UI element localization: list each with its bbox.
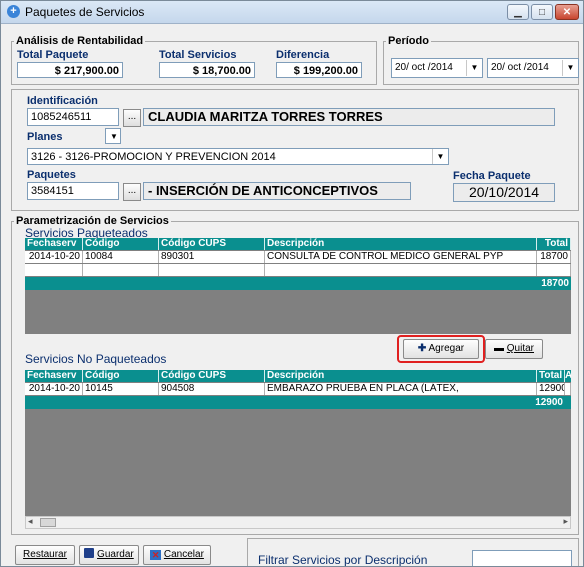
title-bar[interactable]: + Paquetes de Servicios ▁ □ ✕ — [1, 1, 583, 24]
maximize-button[interactable]: □ — [531, 4, 553, 20]
chevron-down-icon[interactable]: ▼ — [106, 129, 120, 143]
col-fechaserv[interactable]: Fechaserv — [25, 238, 83, 250]
periodo-hasta-picker[interactable]: 20/ oct /2014 ▼ — [487, 58, 579, 78]
col-descripcion[interactable]: Descripción — [265, 370, 537, 382]
filtrar-label: Filtrar Servicios por Descripción — [258, 553, 428, 567]
scroll-right-icon[interactable]: ▸ — [563, 516, 568, 527]
col-codigo[interactable]: Código — [83, 370, 159, 382]
chevron-down-icon[interactable]: ▼ — [466, 60, 482, 76]
paqueteados-total-row: 18700 — [25, 277, 571, 290]
cell-codigo-cups: 890301 — [159, 251, 265, 263]
periodo-legend: Período — [388, 35, 429, 47]
chevron-down-icon[interactable]: ▼ — [562, 60, 578, 76]
diferencia-label: Diferencia — [276, 49, 330, 61]
paqueteados-grid[interactable]: Fechaserv Código Código CUPS Descripción… — [25, 238, 571, 334]
cell-codigo: 10145 — [83, 383, 159, 395]
col-descripcion[interactable]: Descripción — [265, 238, 537, 250]
scroll-left-icon[interactable]: ◂ — [28, 516, 33, 527]
table-row[interactable]: 2014-10-20 10145 904508 EMBARAZO PRUEBA … — [25, 383, 571, 395]
filtrar-panel: Filtrar Servicios por Descripción — [247, 538, 579, 567]
total-servicios-label: Total Servicios — [159, 49, 237, 61]
cell-empty — [265, 264, 537, 276]
col-codigo[interactable]: Código — [83, 238, 159, 250]
cell-total: 18700 — [537, 251, 571, 263]
cell-fechaserv: 2014-10-20 — [25, 383, 83, 395]
cell-empty — [25, 264, 83, 276]
app-plus-icon: + — [7, 5, 20, 18]
planes-label: Planes — [27, 131, 63, 143]
total-paquete-field: $ 217,900.00 — [17, 62, 123, 78]
cell-descripcion: EMBARAZO PRUEBA EN PLACA (LÁTEX, — [265, 383, 537, 395]
paqueteados-header: Fechaserv Código Código CUPS Descripción… — [25, 238, 571, 250]
cell-codigo-cups: 904508 — [159, 383, 265, 395]
planes-toggle[interactable]: ▼ — [105, 128, 121, 144]
no-paqueteados-title: Servicios No Paqueteados — [25, 352, 167, 366]
paciente-nombre: CLAUDIA MARITZA TORRES TORRES — [143, 108, 555, 126]
col-fechaserv[interactable]: Fechaserv — [25, 370, 83, 382]
periodo-hasta-value: 20/ oct /2014 — [491, 62, 549, 73]
scroll-thumb[interactable] — [40, 518, 56, 527]
horizontal-scrollbar[interactable]: ◂ ▸ — [25, 516, 571, 529]
paquetes-window: + Paquetes de Servicios ▁ □ ✕ Análisis d… — [0, 0, 584, 567]
periodo-desde-value: 20/ oct /2014 — [395, 62, 453, 73]
cell-empty — [159, 264, 265, 276]
cancelar-button[interactable]: ✕ Cancelar — [143, 545, 211, 565]
window-title: Paquetes de Servicios — [25, 5, 145, 19]
minimize-button[interactable]: ▁ — [507, 4, 529, 20]
close-button[interactable]: ✕ — [555, 4, 579, 20]
identificacion-input[interactable]: 1085246511 — [27, 108, 119, 126]
diferencia-field: $ 199,200.00 — [276, 62, 362, 78]
no-paqueteados-header: Fechaserv Código Código CUPS Descripción… — [25, 370, 571, 382]
no-paqueteados-total-row: 12900 — [25, 396, 571, 409]
fecha-paquete-field: 20/10/2014 — [453, 183, 555, 202]
cell-empty — [565, 383, 571, 395]
col-codigo-cups[interactable]: Código CUPS — [159, 370, 265, 382]
cell-empty — [537, 264, 571, 276]
col-a[interactable]: A — [565, 370, 571, 382]
no-paqueteados-total: 12900 — [535, 397, 563, 408]
buscar-identificacion-button[interactable]: ... — [123, 109, 141, 127]
rentabilidad-legend: Análisis de Rentabilidad — [16, 35, 144, 47]
restaurar-label: Restaurar — [23, 549, 67, 560]
quitar-button[interactable]: ▬ Quitar — [485, 339, 543, 359]
identificacion-label: Identificación — [27, 95, 98, 107]
cell-fechaserv: 2014-10-20 — [25, 251, 83, 263]
paquete-input[interactable]: 3584151 — [27, 182, 119, 200]
cell-descripcion: CONSULTA DE CONTROL MEDICO GENERAL PYP — [265, 251, 537, 263]
quitar-label: Quitar — [506, 343, 534, 354]
filtrar-input[interactable] — [472, 550, 572, 566]
chevron-down-icon[interactable]: ▼ — [432, 149, 448, 164]
cell-empty — [83, 264, 159, 276]
restaurar-button[interactable]: Restaurar — [15, 545, 75, 565]
paquetes-label: Paquetes — [27, 169, 76, 181]
save-disk-icon — [84, 548, 95, 558]
guardar-button[interactable]: Guardar — [79, 545, 139, 565]
guardar-label: Guardar — [97, 549, 134, 560]
agregar-highlight — [397, 335, 485, 363]
no-paqueteados-grid[interactable]: Fechaserv Código Código CUPS Descripción… — [25, 370, 571, 516]
col-total[interactable]: Total — [537, 238, 571, 250]
table-row-empty[interactable] — [25, 264, 571, 276]
buscar-paquete-button[interactable]: ... — [123, 183, 141, 201]
planes-select[interactable]: 3126 - 3126-PROMOCION Y PREVENCION 2014 … — [27, 148, 449, 165]
total-paquete-label: Total Paquete — [17, 49, 89, 61]
planes-selected: 3126 - 3126-PROMOCION Y PREVENCION 2014 — [31, 151, 276, 163]
col-total[interactable]: Total — [537, 370, 565, 382]
cancel-icon: ✕ — [150, 550, 162, 560]
fecha-paquete-label: Fecha Paquete — [453, 170, 531, 182]
cell-codigo: 10084 — [83, 251, 159, 263]
col-codigo-cups[interactable]: Código CUPS — [159, 238, 265, 250]
cell-total: 12900 — [539, 383, 565, 395]
cancelar-label: Cancelar — [163, 549, 204, 560]
paquete-descripcion: - INSERCIÓN DE ANTICONCEPTIVOS — [143, 182, 411, 200]
periodo-desde-picker[interactable]: 20/ oct /2014 ▼ — [391, 58, 483, 78]
minus-icon: ▬ — [493, 343, 504, 354]
table-row[interactable]: 2014-10-20 10084 890301 CONSULTA DE CONT… — [25, 251, 571, 263]
total-servicios-field: $ 18,700.00 — [159, 62, 255, 78]
paqueteados-total: 18700 — [541, 278, 569, 289]
